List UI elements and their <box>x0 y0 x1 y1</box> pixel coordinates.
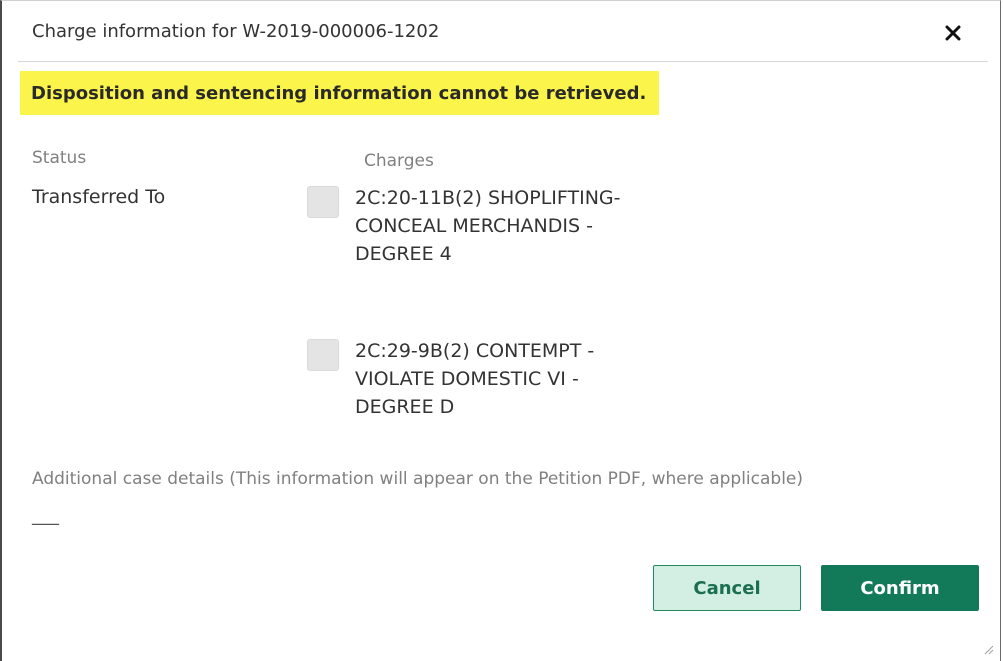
charges-label: Charges <box>364 151 434 171</box>
additional-details-value: ___ <box>32 505 59 526</box>
charge-item: 2C:20-11B(2) SHOPLIFTING-CONCEAL MERCHAN… <box>307 184 637 324</box>
charge-checkbox[interactable] <box>307 186 339 218</box>
alert-text: Disposition and sentencing information c… <box>31 83 647 104</box>
charge-text: 2C:29-9B(2) CONTEMPT - VIOLATE DOMESTIC … <box>355 340 595 418</box>
warning-alert: Disposition and sentencing information c… <box>20 71 659 115</box>
cancel-button[interactable]: Cancel <box>653 565 801 611</box>
close-button[interactable] <box>938 15 968 49</box>
status-value: Transferred To <box>32 186 166 208</box>
charge-checkbox[interactable] <box>307 339 339 371</box>
resize-grip-icon[interactable] <box>982 643 994 655</box>
dialog-header: Charge information for W-2019-000006-120… <box>18 1 988 62</box>
charge-text: 2C:20-11B(2) SHOPLIFTING-CONCEAL MERCHAN… <box>355 187 621 265</box>
close-icon <box>945 25 961 41</box>
dialog-title: Charge information for W-2019-000006-120… <box>32 21 440 42</box>
status-label: Status <box>32 148 87 168</box>
charge-item: 2C:29-9B(2) CONTEMPT - VIOLATE DOMESTIC … <box>307 337 637 437</box>
charge-info-dialog: Charge information for W-2019-000006-120… <box>0 0 1001 661</box>
additional-details-label: Additional case details (This informatio… <box>32 469 804 489</box>
confirm-button[interactable]: Confirm <box>821 565 979 611</box>
